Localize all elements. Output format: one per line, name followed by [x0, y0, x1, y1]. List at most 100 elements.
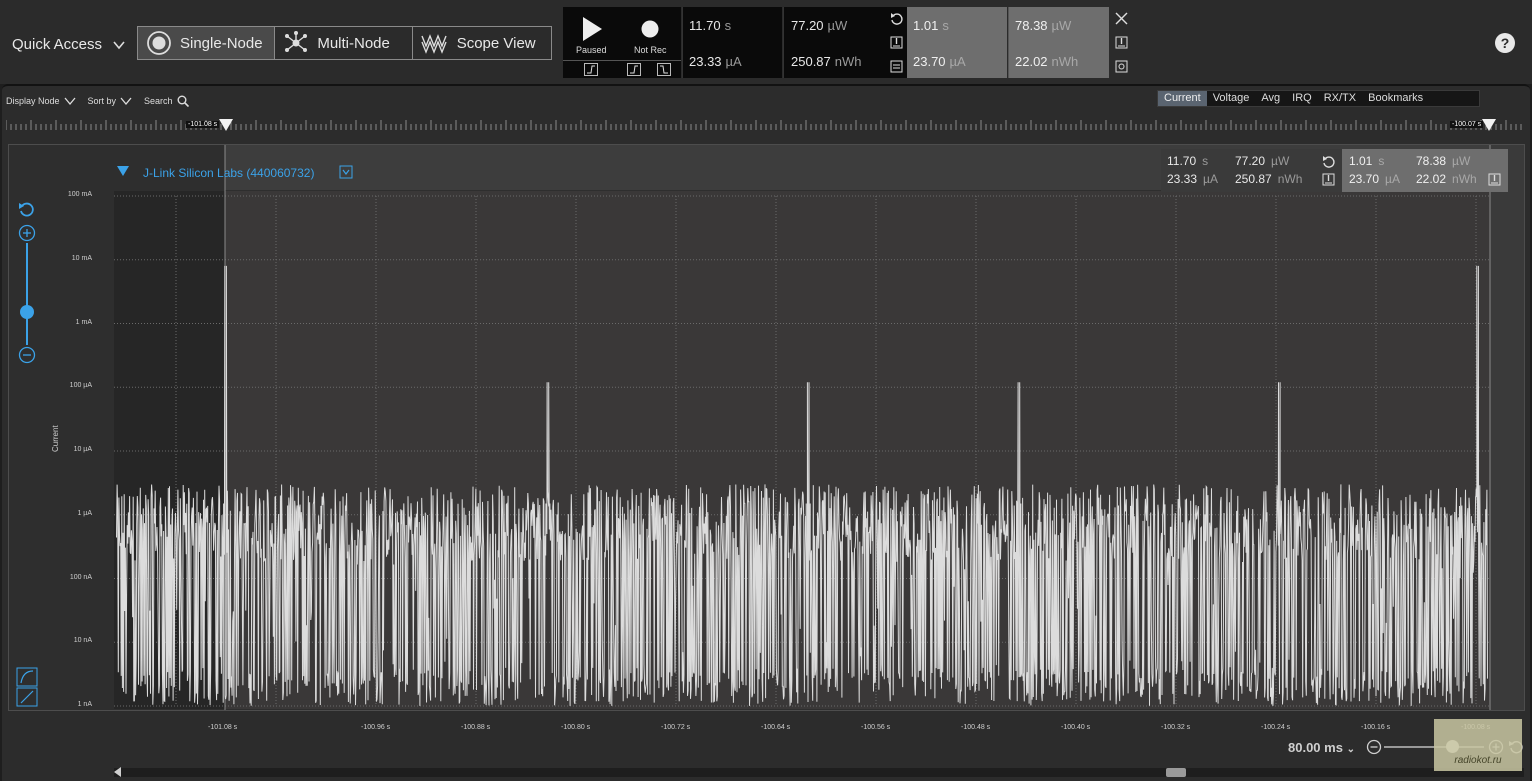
reset-zoom-icon[interactable] — [18, 201, 36, 219]
x-tick-label: -100.96 s — [361, 724, 391, 731]
sort-by-dropdown[interactable]: Sort by — [88, 96, 133, 106]
horizontal-scrollbar[interactable] — [114, 768, 1524, 777]
tab-bookmarks[interactable]: Bookmarks — [1362, 91, 1429, 106]
play-icon[interactable] — [581, 16, 603, 42]
multi-node-label: Multi-Node — [317, 34, 390, 52]
x-tick-label: -100.88 s — [461, 724, 491, 731]
trigger-fall-icon[interactable] — [657, 63, 671, 76]
y-tick-label: 1 nA — [77, 701, 92, 708]
zoom-out-icon[interactable] — [18, 346, 36, 364]
y-tick-label: 10 µA — [73, 446, 92, 453]
selection-energy-value: 22.02 nWh — [1015, 54, 1079, 69]
single-node-label: Single-Node — [180, 34, 263, 52]
trigger-rise-2-icon[interactable] — [627, 63, 641, 76]
node-sel-time-value: 1.01 s — [1349, 154, 1385, 168]
details-icon[interactable] — [890, 60, 903, 73]
x-tick-label: -101.08 s — [208, 724, 238, 731]
display-node-dropdown[interactable]: Display Node — [6, 96, 76, 106]
node-sel-energy-value: 22.02 nWh — [1416, 172, 1477, 186]
scroll-left-icon[interactable] — [114, 767, 122, 777]
zoom-slider-track[interactable] — [26, 243, 28, 345]
collapse-node-icon[interactable] — [116, 165, 130, 177]
tab-rxtx[interactable]: RX/TX — [1318, 91, 1362, 106]
node-selection-readout: 1.01 s 23.70 µA 78.38 µW 22.02 nWh — [1342, 149, 1508, 192]
tab-avg[interactable]: Avg — [1255, 91, 1286, 106]
multi-node-button[interactable]: Multi-Node — [275, 27, 413, 59]
trace-tabs: Current Voltage Avg IRQ RX/TX Bookmarks — [1157, 90, 1480, 107]
node-menu-icon[interactable] — [339, 165, 353, 179]
trigger-rise-icon[interactable] — [584, 63, 598, 76]
single-node-icon — [147, 31, 171, 55]
mode-selector: Single-Node Multi-Node Scope View — [137, 26, 552, 60]
reset-icon[interactable] — [890, 12, 903, 26]
energy-value: 250.87 nWh — [791, 54, 862, 69]
x-tick-label: -100.72 s — [661, 724, 691, 731]
avg-power-value: 77.20 µW — [791, 18, 848, 33]
node-readout-actions — [1316, 149, 1342, 192]
node-sel-current-value: 23.70 µA — [1349, 172, 1400, 186]
quick-access-label[interactable]: Quick Access — [12, 36, 102, 53]
right-marker-handle[interactable] — [1482, 119, 1496, 131]
unselected-region-right — [1490, 145, 1524, 710]
zoom-slider-thumb[interactable] — [20, 305, 34, 319]
left-marker-handle[interactable] — [219, 119, 233, 131]
close-icon[interactable] — [1115, 12, 1128, 25]
record-status-label: Not Rec — [634, 45, 667, 55]
selection-time-value: 1.01 s — [913, 18, 949, 33]
y-axis-label: Current — [51, 425, 60, 452]
tab-voltage[interactable]: Voltage — [1207, 91, 1256, 106]
node-toolbar: Display Node Sort by Search — [6, 95, 189, 107]
download-icon[interactable] — [1488, 173, 1501, 186]
y-tick-label: 1 µA — [77, 509, 92, 517]
download-icon[interactable] — [1322, 173, 1335, 186]
avg-current-value: 23.33 µA — [689, 54, 742, 69]
watermark: radiokot.ru — [1434, 719, 1522, 771]
selection-time-readout: 1.01 s 23.70 µA — [907, 7, 1007, 78]
right-marker-label: -100.07 s — [1450, 121, 1484, 128]
selection-download-icon[interactable] — [1115, 36, 1128, 49]
readout-actions — [885, 7, 907, 78]
screenshot-icon[interactable] — [1115, 60, 1128, 73]
search-label: Search — [144, 96, 173, 106]
node-energy-value: 250.87 nWh — [1235, 172, 1303, 186]
y-tick-label: 100 mA — [67, 191, 92, 198]
time-current-readout: 11.70 s 23.33 µA — [682, 7, 782, 78]
record-icon[interactable] — [641, 20, 659, 38]
multi-node-icon — [285, 31, 308, 52]
chevron-down-icon[interactable] — [112, 38, 126, 52]
single-node-button[interactable]: Single-Node — [138, 27, 276, 59]
x-tick-label: -100.32 s — [1161, 724, 1191, 731]
download-icon[interactable] — [890, 36, 903, 49]
time-scale-dropdown[interactable]: 80.00 ms ⌄ — [1288, 740, 1355, 755]
y-tick-label: 100 µA — [69, 382, 92, 390]
tab-current[interactable]: Current — [1158, 91, 1207, 106]
x-tick-label: -100.48 s — [961, 724, 991, 731]
scope-view-button[interactable]: Scope View — [413, 27, 551, 59]
play-status-label: Paused — [576, 45, 607, 55]
y-tick-label: 10 nA — [73, 637, 92, 645]
zoom-in-icon[interactable] — [18, 224, 36, 242]
chevron-down-icon — [120, 97, 132, 105]
node-time-value: 11.70 s — [1167, 154, 1209, 168]
search-button[interactable]: Search — [144, 95, 189, 107]
x-tick-label: -100.64 s — [761, 724, 791, 731]
selection-current-value: 23.70 µA — [913, 54, 966, 69]
x-tick-label: -100.40 s — [1061, 724, 1091, 731]
tab-irq[interactable]: IRQ — [1286, 91, 1318, 106]
scrollbar-thumb[interactable] — [1166, 768, 1186, 777]
capture-controls: Paused Not Rec — [563, 7, 681, 78]
node-title: J-Link Silicon Labs (440060732) — [143, 166, 315, 180]
left-marker-label: -101.08 s — [186, 121, 220, 128]
help-icon[interactable]: ? — [1495, 33, 1515, 53]
total-time-value: 11.70 s — [689, 18, 732, 33]
x-tick-label: -100.24 s — [1261, 724, 1291, 731]
reset-icon[interactable] — [1322, 155, 1335, 168]
y-tick-label: 1 mA — [75, 318, 92, 326]
node-readout: 11.70 s 23.33 µA 77.20 µW 250.87 nWh — [1161, 149, 1316, 192]
x-tick-label: -100.16 s — [1361, 724, 1391, 731]
h-zoom-out-icon[interactable] — [1366, 739, 1382, 755]
x-tick-label: -100.80 s — [561, 724, 591, 731]
current-chart[interactable] — [9, 145, 1524, 710]
time-ruler[interactable] — [6, 120, 1526, 130]
scope-view-label: Scope View — [456, 34, 536, 52]
